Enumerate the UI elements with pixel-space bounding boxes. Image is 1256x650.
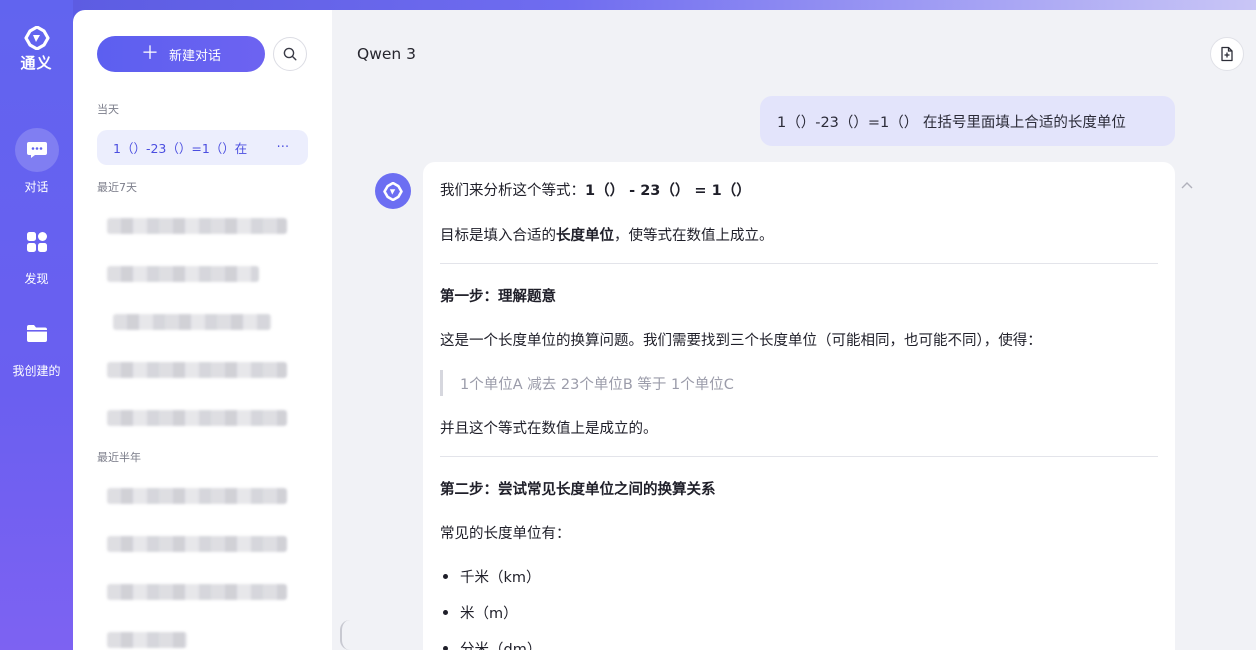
search-icon (283, 47, 297, 61)
divider (440, 456, 1158, 457)
section-label-halfyear: 最近半年 (97, 451, 141, 464)
app-rail: 通义 对话 发现 我创建的 (0, 0, 73, 650)
assistant-avatar (375, 173, 411, 209)
collapse-chevron-icon[interactable] (1181, 178, 1193, 192)
intro-equation: 1（） - 23（） = 1（） (585, 183, 751, 199)
step2-title: 第二步：尝试常见长度单位之间的换算关系 (440, 482, 716, 498)
list-item: 米（m） (443, 602, 518, 623)
intro-prefix: 我们来分析这个等式： (440, 183, 585, 199)
answer-goal: 目标是填入合适的长度单位，使等式在数值上成立。 (440, 224, 774, 245)
logo-text: 通义 (20, 54, 53, 72)
rail-item-chat[interactable]: 对话 (0, 128, 73, 195)
grid-icon (26, 232, 47, 252)
goal-text-1: 目标是填入合适的 (440, 228, 556, 244)
list-item: 千米（km） (443, 566, 541, 587)
plus-icon: ＋ (140, 43, 159, 64)
step1-title: 第一步：理解题意 (440, 289, 556, 305)
quote-text: 1个单位A 减去 23个单位B 等于 1个单位C (460, 376, 734, 393)
section-label-last7: 最近7天 (97, 181, 137, 194)
conversation-item-blurred[interactable] (107, 362, 287, 378)
scroll-indicator (340, 620, 350, 650)
conversation-item-active[interactable]: 1（）-23（）=1（）在 ⋯ (97, 130, 308, 165)
app-logo[interactable]: 通义 (0, 26, 73, 73)
conversation-sidebar: ＋ 新建对话 当天 1（）-23（）=1（）在 ⋯ 最近7天 最近半年 (73, 10, 332, 650)
conversation-item-blurred[interactable] (107, 488, 287, 504)
rail-item-mine[interactable]: 我创建的 (0, 312, 73, 379)
step1-text: 这是一个长度单位的换算问题。我们需要找到三个长度单位（可能相同，也可能不同），使… (440, 333, 1042, 349)
units-intro: 常见的长度单位有： (440, 526, 571, 542)
chat-icon (26, 142, 47, 158)
rail-item-label: 发现 (24, 272, 49, 286)
conversation-item-blurred[interactable] (107, 584, 287, 600)
conversation-item-blurred[interactable] (107, 218, 287, 234)
new-chat-button[interactable]: ＋ 新建对话 (97, 36, 265, 72)
conversation-title: 1（）-23（）=1（）在 (113, 141, 248, 156)
folder-icon (26, 325, 47, 342)
user-message-bubble: 1（）-23（）=1（） 在括号里面填上合适的长度单位 (760, 96, 1175, 146)
search-button[interactable] (273, 37, 307, 71)
answer-intro: 我们来分析这个等式：1（） - 23（） = 1（） (440, 179, 751, 200)
conversation-item-blurred[interactable] (107, 632, 187, 648)
conversation-item-blurred[interactable] (113, 314, 271, 330)
tongyi-logo-icon (23, 26, 50, 50)
list-item: 分米（dm） (443, 638, 541, 650)
document-icon (1221, 46, 1233, 62)
chat-main: Qwen 3 1（）-23（）=1（） 在括号里面填上合适的长度单位 我们来分析… (332, 10, 1256, 650)
rail-item-label: 对话 (24, 180, 49, 194)
goal-text-2: ，使等式在数值上成立。 (614, 228, 774, 244)
top-gradient-bar (0, 0, 1256, 10)
goal-bold: 长度单位 (556, 228, 614, 244)
conversation-item-blurred[interactable] (107, 410, 287, 426)
model-title[interactable]: Qwen 3 (357, 45, 416, 63)
divider (440, 263, 1158, 264)
section-label-today: 当天 (97, 103, 119, 116)
tongyi-logo-icon (383, 181, 403, 201)
quote-block: 1个单位A 减去 23个单位B 等于 1个单位C (440, 370, 734, 396)
rail-item-label: 我创建的 (12, 364, 61, 378)
conversation-item-blurred[interactable] (107, 266, 259, 282)
assistant-answer: 我们来分析这个等式：1（） - 23（） = 1（） 目标是填入合适的长度单位，… (423, 162, 1175, 650)
document-button[interactable] (1210, 37, 1244, 71)
more-icon[interactable]: ⋯ (277, 138, 291, 153)
step1-end: 并且这个等式在数值上是成立的。 (440, 421, 658, 437)
new-chat-label: 新建对话 (168, 48, 221, 64)
conversation-item-blurred[interactable] (107, 536, 287, 552)
user-message-text: 1（）-23（）=1（） 在括号里面填上合适的长度单位 (777, 114, 1126, 131)
rail-item-discover[interactable]: 发现 (0, 220, 73, 287)
